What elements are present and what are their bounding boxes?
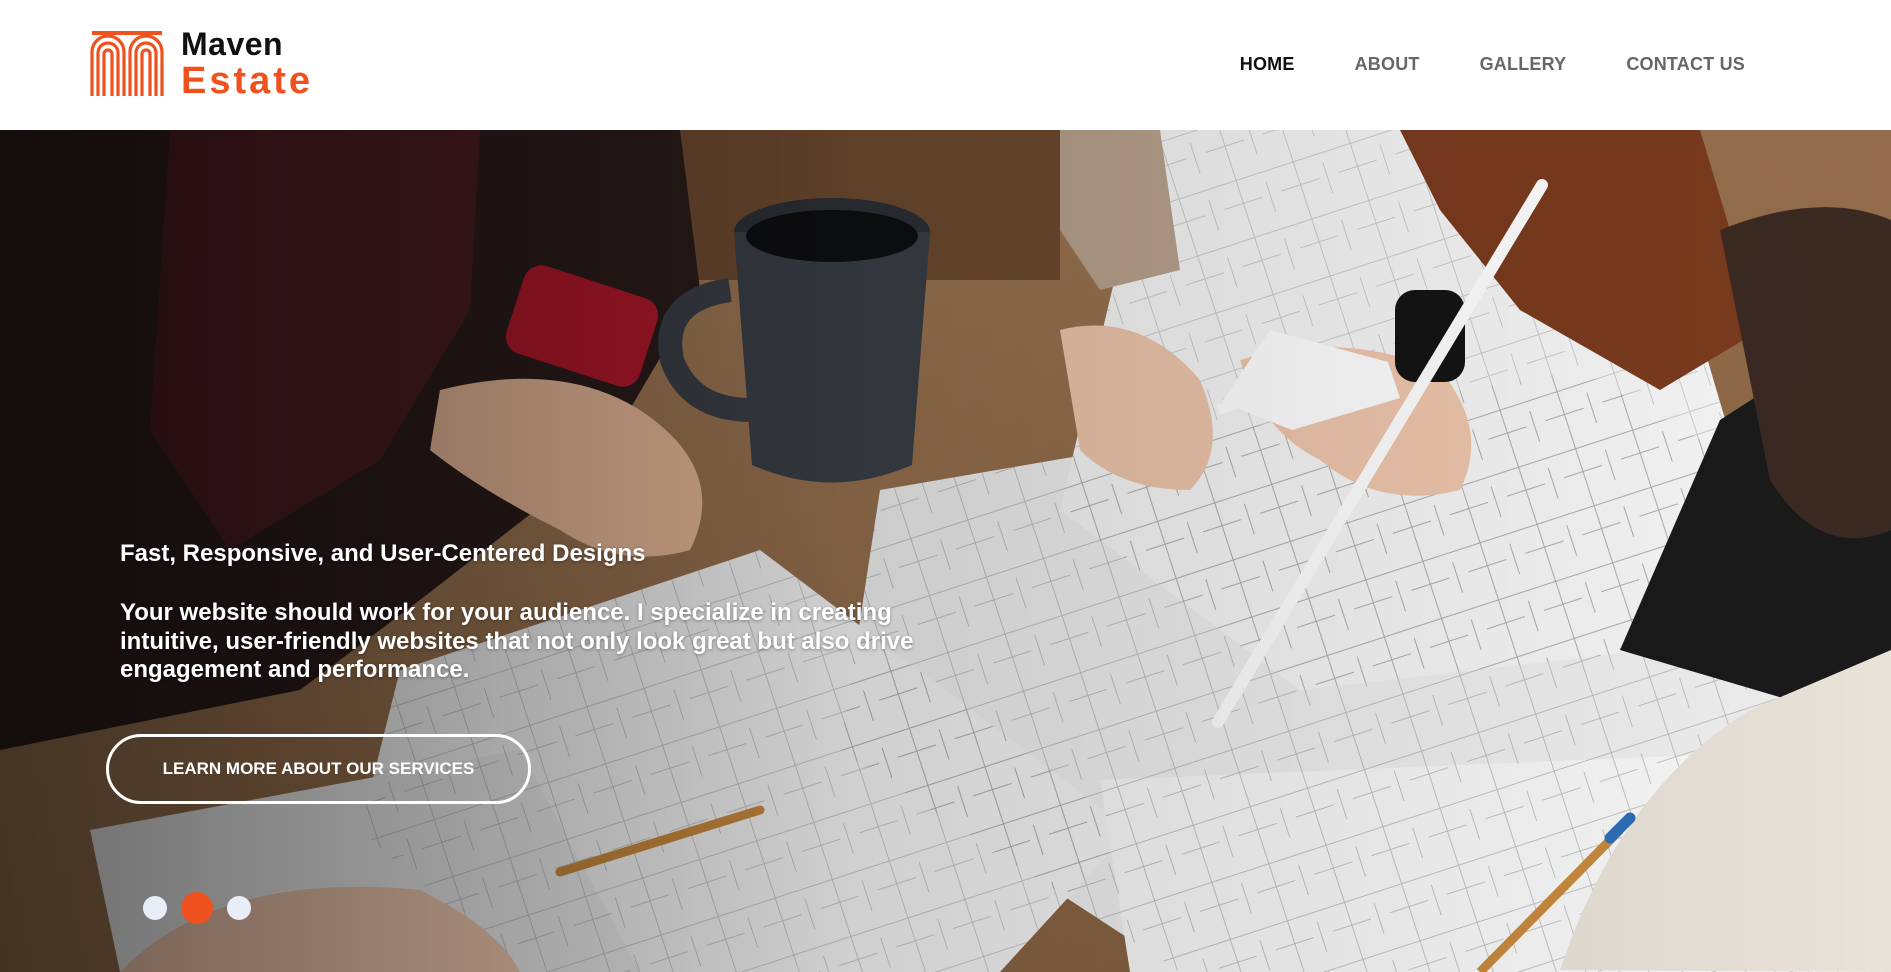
brand-name-line2: Estate bbox=[181, 60, 314, 102]
brand-logo-icon bbox=[90, 31, 164, 96]
brand-logo[interactable]: Maven Estate bbox=[90, 28, 313, 100]
carousel-indicators bbox=[143, 892, 265, 924]
hero-slider: Fast, Responsive, and User-Centered Desi… bbox=[0, 130, 1891, 972]
hero-content: Fast, Responsive, and User-Centered Desi… bbox=[120, 538, 1020, 684]
hero-title: Fast, Responsive, and User-Centered Desi… bbox=[120, 540, 646, 567]
brand-wordmark: Maven Estate bbox=[181, 28, 313, 100]
nav-contact-us[interactable]: CONTACT US bbox=[1626, 54, 1745, 75]
carousel-dot-1[interactable] bbox=[143, 896, 167, 920]
carousel-dot-3[interactable] bbox=[227, 896, 251, 920]
nav-about[interactable]: ABOUT bbox=[1355, 54, 1420, 75]
main-nav: HOME ABOUT GALLERY CONTACT US bbox=[1180, 54, 1745, 75]
hero-description: Your website should work for your audien… bbox=[120, 599, 914, 683]
carousel-dot-2-active[interactable] bbox=[181, 892, 213, 924]
nav-gallery[interactable]: GALLERY bbox=[1480, 54, 1567, 75]
learn-more-services-button[interactable]: LEARN MORE ABOUT OUR SERVICES bbox=[106, 734, 531, 804]
site-header: Maven Estate HOME ABOUT GALLERY CONTACT … bbox=[0, 0, 1891, 130]
nav-home[interactable]: HOME bbox=[1240, 54, 1295, 75]
brand-name-line1: Maven bbox=[181, 26, 284, 62]
